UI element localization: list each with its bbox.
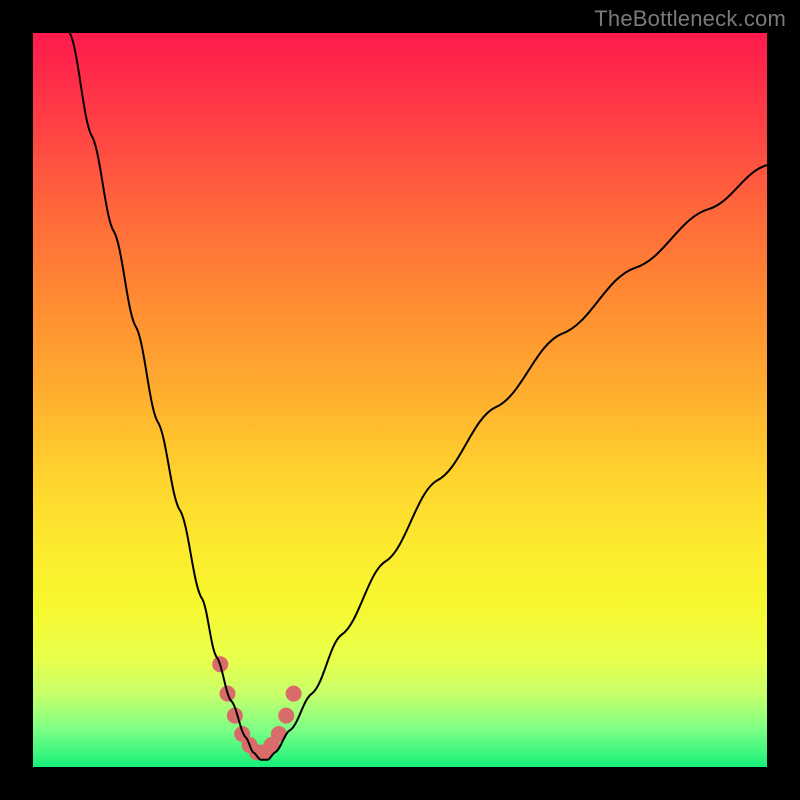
dot-band-point [286,686,302,702]
watermark-text: TheBottleneck.com [594,6,786,32]
chart-container: TheBottleneck.com [0,0,800,800]
dot-band-series [212,656,301,760]
dot-band-point [278,708,294,724]
chart-svg [33,33,767,767]
bottleneck-curve [70,33,767,760]
dot-band-point [271,726,287,742]
